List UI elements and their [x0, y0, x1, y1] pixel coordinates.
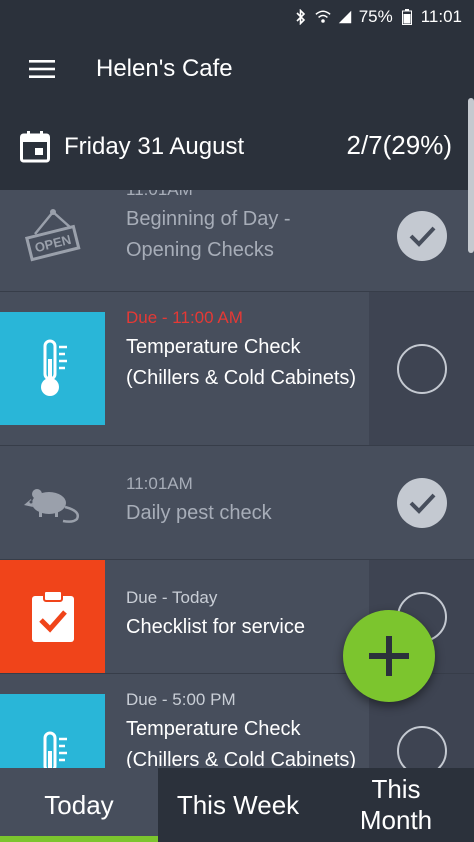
rat-icon [23, 488, 79, 523]
hamburger-menu-icon [29, 60, 55, 78]
task-row-pest-check[interactable]: 11:01AM Daily pest check [0, 446, 474, 560]
pending-check [396, 726, 447, 768]
checkmark-icon [409, 493, 435, 514]
wifi-icon [315, 9, 331, 25]
current-date[interactable]: Friday 31 August [64, 133, 244, 161]
task-icon-tile [0, 312, 105, 425]
app-title: Helen's Cafe [96, 55, 233, 82]
task-title: Daily pest check [126, 502, 272, 524]
clipboard-check-icon [31, 589, 74, 642]
task-due: Due - 11:00 AM [126, 308, 243, 327]
bottom-tab-bar: Today This Week This Month [0, 768, 474, 842]
thermometer-icon [40, 339, 67, 396]
task-title: Temperature Check (Chillers & Cold Cabin… [126, 718, 357, 768]
app-bar: Helen's Cafe [0, 34, 474, 104]
tab-this-month[interactable]: This Month [318, 768, 474, 842]
task-due: Due - 5:00 PM [126, 690, 236, 709]
tab-today[interactable]: Today [0, 768, 158, 842]
open-sign-icon: OPEN [24, 208, 81, 261]
status-bar: 75% 11:01 [0, 0, 474, 34]
scrollbar-thumb[interactable] [468, 98, 474, 253]
menu-button[interactable] [0, 34, 84, 104]
task-title: Temperature Check (Chillers & Cold Cabin… [126, 336, 357, 389]
task-due: Due - Today [126, 588, 218, 607]
task-time: 11:01AM [126, 474, 193, 493]
task-status-button[interactable] [369, 292, 474, 445]
task-icon-tile: OPEN [0, 190, 105, 291]
add-task-button[interactable] [343, 610, 435, 702]
battery-percent: 75% [358, 7, 393, 26]
battery-icon [399, 9, 415, 25]
pending-check [396, 343, 447, 394]
calendar-icon[interactable] [20, 131, 50, 163]
checkmark-icon [409, 226, 435, 247]
task-status-button[interactable] [369, 446, 474, 559]
progress-counter: 2/7(29%) [346, 130, 453, 160]
task-icon-tile [0, 560, 105, 673]
plus-icon [369, 636, 409, 676]
completed-check [396, 477, 447, 528]
signal-icon [337, 9, 353, 25]
tab-this-month-label: This Month [359, 774, 433, 835]
task-title: Beginning of Day - Opening Checks [126, 208, 291, 261]
thermometer-icon [43, 731, 67, 768]
task-time: 11:01AM [126, 190, 364, 200]
clock: 11:01 [420, 7, 462, 26]
tab-this-week[interactable]: This Week [158, 768, 318, 842]
date-bar: Friday 31 August 2/7(29%) [0, 104, 474, 190]
task-row-opening-checks[interactable]: OPEN 11:01AM Beginning of Day - Opening … [0, 190, 474, 292]
task-title: Checklist for service [126, 616, 305, 638]
task-icon-tile [0, 694, 105, 768]
task-row-temperature-check[interactable]: Due - 11:00 AM Temperature Check (Chille… [0, 292, 474, 446]
completed-check [396, 210, 447, 261]
task-icon-tile [0, 446, 105, 559]
bluetooth-icon [293, 9, 309, 25]
task-status-button[interactable] [369, 190, 474, 291]
